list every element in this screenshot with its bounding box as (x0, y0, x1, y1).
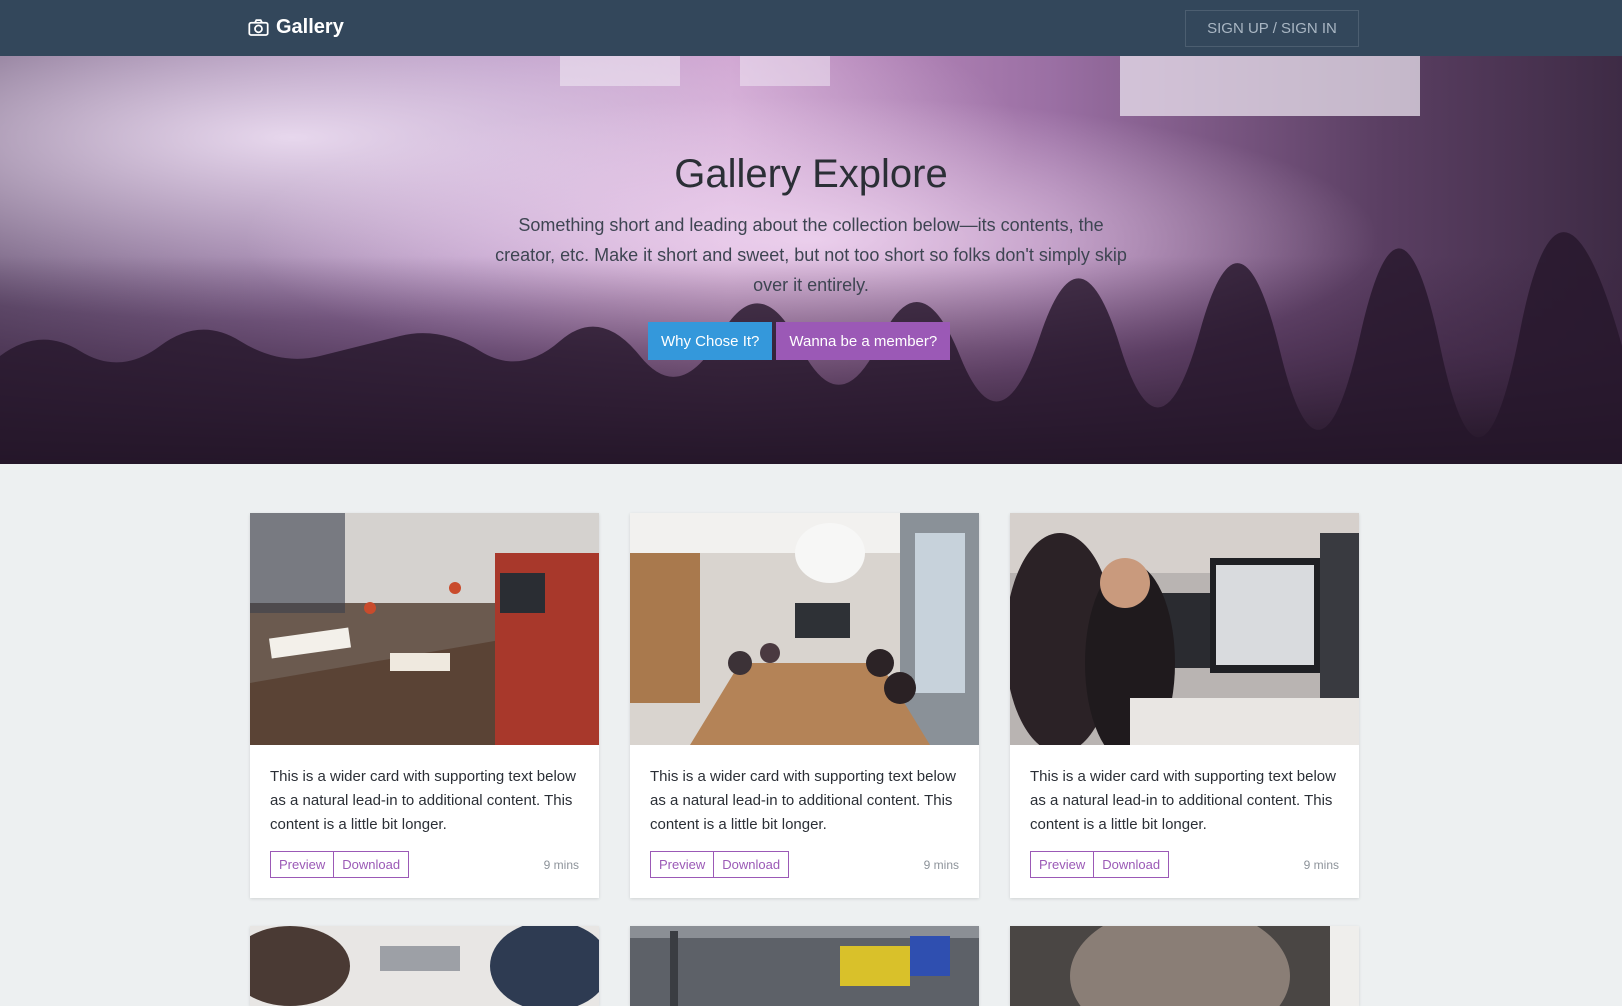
signup-signin-button[interactable]: SIGN UP / SIGN IN (1185, 10, 1359, 47)
gallery-card: This is a wider card with supporting tex… (250, 513, 599, 898)
card-duration: 9 mins (543, 857, 579, 872)
gallery-card-partial (250, 926, 599, 1006)
brand-name: Gallery (276, 16, 344, 38)
card-text: This is a wider card with supporting tex… (1030, 768, 1336, 833)
hero-lead: Something short and leading about the co… (495, 215, 1127, 295)
become-member-button[interactable]: Wanna be a member? (776, 322, 951, 360)
card-duration: 9 mins (923, 857, 959, 872)
card-image-meeting-table (250, 513, 599, 745)
card-body: This is a wider card with supporting tex… (250, 745, 599, 898)
card-button-group: Preview Download (1030, 851, 1170, 878)
card-body: This is a wider card with supporting tex… (630, 745, 979, 898)
hero-section: Gallery Explore Something short and lead… (0, 56, 1622, 464)
card-image-partial (250, 926, 599, 1006)
gallery-card-partial (1010, 926, 1359, 1006)
card-footer: Preview Download 9 mins (1030, 851, 1339, 878)
card-text: This is a wider card with supporting tex… (270, 768, 576, 833)
hero-buttons: Why Chose It? Wanna be a member? (648, 322, 951, 360)
download-button[interactable]: Download (714, 851, 790, 878)
card-image-conference-room (630, 513, 979, 745)
preview-button[interactable]: Preview (270, 851, 335, 878)
card-image-partial (1010, 926, 1359, 1006)
top-navbar: Gallery SIGN UP / SIGN IN (0, 0, 1622, 56)
preview-button[interactable]: Preview (1030, 851, 1095, 878)
card-duration: 9 mins (1303, 857, 1339, 872)
gallery-card: This is a wider card with supporting tex… (630, 513, 979, 898)
card-footer: Preview Download 9 mins (650, 851, 959, 878)
card-body: This is a wider card with supporting tex… (1010, 745, 1359, 898)
camera-icon (248, 19, 269, 36)
preview-button[interactable]: Preview (650, 851, 715, 878)
card-image-partial (630, 926, 979, 1006)
why-chose-it-button[interactable]: Why Chose It? (648, 322, 773, 360)
download-button[interactable]: Download (334, 851, 410, 878)
download-button[interactable]: Download (1094, 851, 1170, 878)
gallery-card: This is a wider card with supporting tex… (1010, 513, 1359, 898)
gallery-card-partial (630, 926, 979, 1006)
hero-title: Gallery Explore (674, 152, 948, 196)
card-image-office-monitors (1010, 513, 1359, 745)
card-footer: Preview Download 9 mins (270, 851, 579, 878)
card-button-group: Preview Download (650, 851, 790, 878)
brand-link[interactable]: Gallery (248, 16, 344, 39)
card-button-group: Preview Download (270, 851, 410, 878)
card-text: This is a wider card with supporting tex… (650, 768, 956, 833)
